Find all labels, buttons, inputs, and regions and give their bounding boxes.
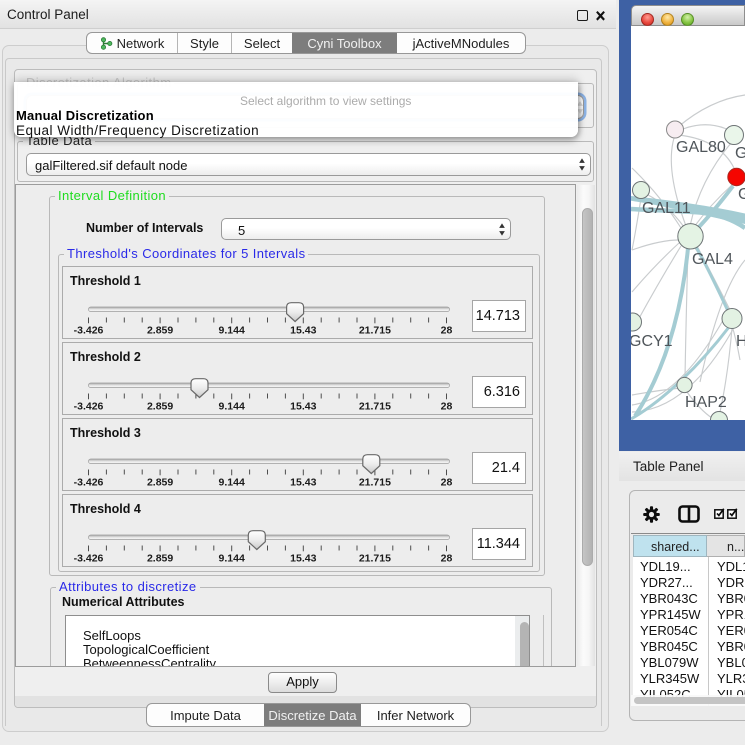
svg-text:GAL80: GAL80 xyxy=(676,139,726,156)
svg-text:HAP2: HAP2 xyxy=(685,394,727,411)
svg-text:G: G xyxy=(735,145,745,162)
svg-text:GAL11: GAL11 xyxy=(642,200,691,217)
svg-text:HA: HA xyxy=(736,333,745,350)
svg-text:G: G xyxy=(738,186,745,203)
svg-text:GAL4: GAL4 xyxy=(692,251,733,268)
svg-text:GCY1: GCY1 xyxy=(631,333,673,350)
